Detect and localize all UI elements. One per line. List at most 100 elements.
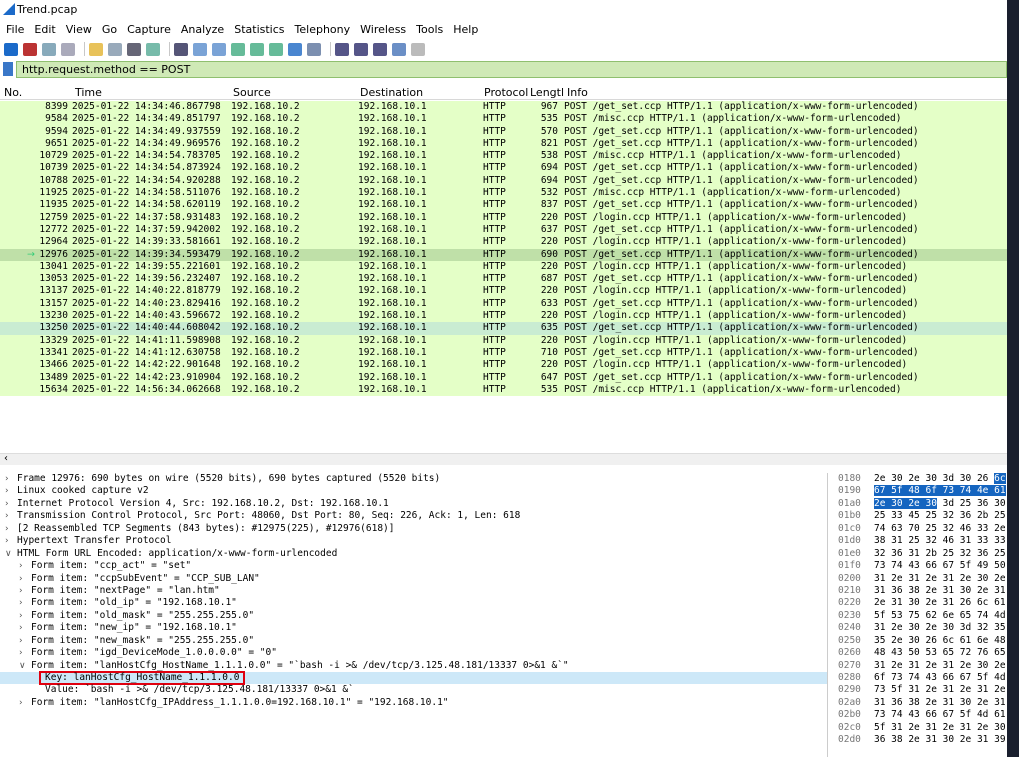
expand-chevron-right-icon[interactable]: › bbox=[19, 597, 23, 609]
packet-row[interactable]: 13250 2025-01-22 14:40:44.608042 192.168.1… bbox=[0, 322, 1007, 335]
expand-chevron-down-icon[interactable]: ∨ bbox=[19, 660, 26, 672]
bookmark-filter-icon[interactable] bbox=[3, 62, 13, 76]
menu-tools[interactable]: Tools bbox=[416, 23, 443, 36]
expand-chevron-right-icon[interactable]: › bbox=[19, 573, 23, 585]
expand-chevron-right-icon[interactable]: › bbox=[19, 585, 23, 597]
packet-row[interactable]: 10739 2025-01-22 14:34:54.873924 192.168.1… bbox=[0, 162, 1007, 175]
detail-tree-item[interactable]: › Frame 12976: 690 bytes on wire (5520 bi… bbox=[0, 473, 827, 485]
detail-tree-item[interactable]: › Form item: "new_ip" = "192.168.10.1" bbox=[0, 622, 827, 634]
column-header-length[interactable]: Lengtl bbox=[530, 86, 564, 99]
column-header-no[interactable]: No. bbox=[4, 86, 22, 99]
resize-columns-icon[interactable] bbox=[392, 42, 406, 56]
packet-row[interactable]: 13230 2025-01-22 14:40:43.596672 192.168.1… bbox=[0, 310, 1007, 323]
menu-analyze[interactable]: Analyze bbox=[181, 23, 224, 36]
expand-chevron-right-icon[interactable]: › bbox=[5, 523, 9, 535]
display-filter-input[interactable]: http.request.method == POST bbox=[16, 61, 1007, 78]
detail-tree-item[interactable]: › Internet Protocol Version 4, Src: 192.1… bbox=[0, 498, 827, 510]
packet-row[interactable]: 9651 2025-01-22 14:34:49.969576 192.168.10… bbox=[0, 137, 1007, 151]
packet-row[interactable]: 11935 2025-01-22 14:34:58.620119 192.168.1… bbox=[0, 199, 1007, 212]
column-header-protocol[interactable]: Protocol bbox=[484, 86, 528, 99]
zoom-in-icon[interactable] bbox=[335, 42, 349, 56]
menu-help[interactable]: Help bbox=[453, 23, 478, 36]
packet-row[interactable]: 12772 2025-01-22 14:37:59.942002 192.168.1… bbox=[0, 223, 1007, 237]
detail-tree-item[interactable]: › Form item: "old_mask" = "255.255.255.0" bbox=[0, 610, 827, 622]
detail-tree-item[interactable]: › Form item: "nextPage" = "lan.htm" bbox=[0, 585, 827, 597]
go-to-packet-icon[interactable] bbox=[231, 42, 245, 56]
zoom-out-icon[interactable] bbox=[354, 42, 368, 56]
expand-chevron-right-icon[interactable]: › bbox=[5, 510, 9, 522]
stop-capture-icon[interactable] bbox=[23, 42, 37, 56]
packet-row[interactable]: 15634 2025-01-22 14:56:34.062668 192.168.1… bbox=[0, 383, 1007, 397]
packet-row[interactable]: 11925 2025-01-22 14:34:58.511076 192.168.1… bbox=[0, 187, 1007, 200]
expand-chevron-right-icon[interactable]: › bbox=[5, 498, 9, 510]
packet-row[interactable]: 13466 2025-01-22 14:42:22.901648 192.168.1… bbox=[0, 359, 1007, 372]
expand-chevron-right-icon[interactable]: › bbox=[5, 473, 9, 485]
packet-row[interactable]: → 12976 2025-01-22 14:39:34.593479 192.168.… bbox=[0, 248, 1007, 261]
layout-icon[interactable] bbox=[411, 42, 425, 56]
packet-row[interactable]: 9594 2025-01-22 14:34:49.937559 192.168.10… bbox=[0, 125, 1007, 138]
go-back-icon[interactable] bbox=[193, 42, 207, 56]
detail-tree-item[interactable]: ∨ HTML Form URL Encoded: application/x-ww… bbox=[0, 548, 827, 560]
menu-statistics[interactable]: Statistics bbox=[234, 23, 284, 36]
detail-tree-item[interactable]: › Hypertext Transfer Protocol bbox=[0, 535, 827, 547]
column-header-destination[interactable]: Destination bbox=[360, 86, 423, 99]
packet-bytes-pane[interactable]: 0180 2e 30 2e 30 3d 30 26 6c 0190 67 5f 48 … bbox=[834, 473, 1007, 757]
menu-telephony[interactable]: Telephony bbox=[295, 23, 351, 36]
menu-go[interactable]: Go bbox=[102, 23, 117, 36]
go-forward-icon[interactable] bbox=[212, 42, 226, 56]
detail-tree-item[interactable]: › Form item: "igd_DeviceMode_1.0.0.0.0" =… bbox=[0, 647, 827, 659]
save-file-icon[interactable] bbox=[108, 42, 122, 56]
expand-chevron-right-icon[interactable]: › bbox=[19, 622, 23, 634]
reload-file-icon[interactable] bbox=[146, 42, 160, 56]
expand-chevron-right-icon[interactable]: › bbox=[19, 610, 23, 622]
packet-row[interactable]: 10788 2025-01-22 14:34:54.920288 192.168.1… bbox=[0, 174, 1007, 188]
horizontal-scrollbar[interactable]: ‹ bbox=[0, 453, 1007, 465]
packet-row[interactable]: 12759 2025-01-22 14:37:58.931483 192.168.1… bbox=[0, 211, 1007, 224]
capture-options-icon[interactable] bbox=[61, 42, 75, 56]
detail-tree-item[interactable]: › [2 Reassembled TCP Segments (843 bytes)… bbox=[0, 523, 827, 535]
find-packet-icon[interactable] bbox=[174, 42, 188, 56]
first-packet-icon[interactable] bbox=[250, 42, 264, 56]
menu-capture[interactable]: Capture bbox=[127, 23, 171, 36]
menu-file[interactable]: File bbox=[6, 23, 24, 36]
packet-row[interactable]: 13041 2025-01-22 14:39:55.221601 192.168.1… bbox=[0, 260, 1007, 274]
expand-chevron-right-icon[interactable]: › bbox=[19, 647, 23, 659]
last-packet-icon[interactable] bbox=[269, 42, 283, 56]
packet-row[interactable]: 10729 2025-01-22 14:34:54.783705 192.168.1… bbox=[0, 150, 1007, 163]
packet-row[interactable]: 8399 2025-01-22 14:34:46.867798 192.168.10… bbox=[0, 101, 1007, 114]
start-capture-icon[interactable] bbox=[4, 42, 18, 56]
detail-tree-item[interactable]: › Form item: "ccpSubEvent" = "CCP_SUB_LAN… bbox=[0, 573, 827, 585]
menu-view[interactable]: View bbox=[66, 23, 92, 36]
packet-row[interactable]: 13341 2025-01-22 14:41:12.630758 192.168.1… bbox=[0, 346, 1007, 360]
zoom-reset-icon[interactable] bbox=[373, 42, 387, 56]
detail-tree-item[interactable]: Key: lanHostCfg_HostName_1.1.1.0.0 bbox=[0, 671, 827, 685]
expand-chevron-right-icon[interactable]: › bbox=[19, 560, 23, 572]
close-file-icon[interactable] bbox=[127, 42, 141, 56]
expand-chevron-right-icon[interactable]: › bbox=[19, 697, 23, 709]
packet-row[interactable]: 13157 2025-01-22 14:40:23.829416 192.168.1… bbox=[0, 297, 1007, 311]
packet-list[interactable]: 8399 2025-01-22 14:34:46.867798 192.168.10… bbox=[0, 101, 1007, 451]
scroll-left-icon[interactable]: ‹ bbox=[4, 453, 8, 464]
detail-tree-item[interactable]: › Form item: "old_ip" = "192.168.10.1" bbox=[0, 597, 827, 609]
column-header-time[interactable]: Time bbox=[75, 86, 102, 99]
packet-row[interactable]: 9584 2025-01-22 14:34:49.851797 192.168.10… bbox=[0, 113, 1007, 126]
restart-capture-icon[interactable] bbox=[42, 42, 56, 56]
packet-row[interactable]: 13489 2025-01-22 14:42:23.910904 192.168.1… bbox=[0, 371, 1007, 384]
packet-row[interactable]: 13137 2025-01-22 14:40:22.818779 192.168.1… bbox=[0, 285, 1007, 298]
detail-tree-item[interactable]: › Form item: "new_mask" = "255.255.255.0" bbox=[0, 635, 827, 647]
expand-chevron-right-icon[interactable]: › bbox=[5, 535, 9, 547]
detail-tree-item[interactable]: › Form item: "ccp_act" = "set" bbox=[0, 560, 827, 572]
detail-tree-item[interactable]: › Form item: "lanHostCfg_IPAddress_1.1.1.… bbox=[0, 697, 827, 709]
menu-wireless[interactable]: Wireless bbox=[360, 23, 406, 36]
packet-row[interactable]: 13053 2025-01-22 14:39:56.232407 192.168.1… bbox=[0, 273, 1007, 286]
expand-chevron-down-icon[interactable]: ∨ bbox=[5, 548, 12, 560]
detail-tree-item[interactable]: › Transmission Control Protocol, Src Port… bbox=[0, 510, 827, 522]
open-file-icon[interactable] bbox=[89, 42, 103, 56]
colorize-icon[interactable] bbox=[307, 42, 321, 56]
autoscroll-icon[interactable] bbox=[288, 42, 302, 56]
column-header-source[interactable]: Source bbox=[233, 86, 271, 99]
menu-edit[interactable]: Edit bbox=[34, 23, 55, 36]
column-header-info[interactable]: Info bbox=[567, 86, 588, 99]
packet-row[interactable]: 13329 2025-01-22 14:41:11.598908 192.168.1… bbox=[0, 334, 1007, 347]
expand-chevron-right-icon[interactable]: › bbox=[5, 485, 9, 497]
